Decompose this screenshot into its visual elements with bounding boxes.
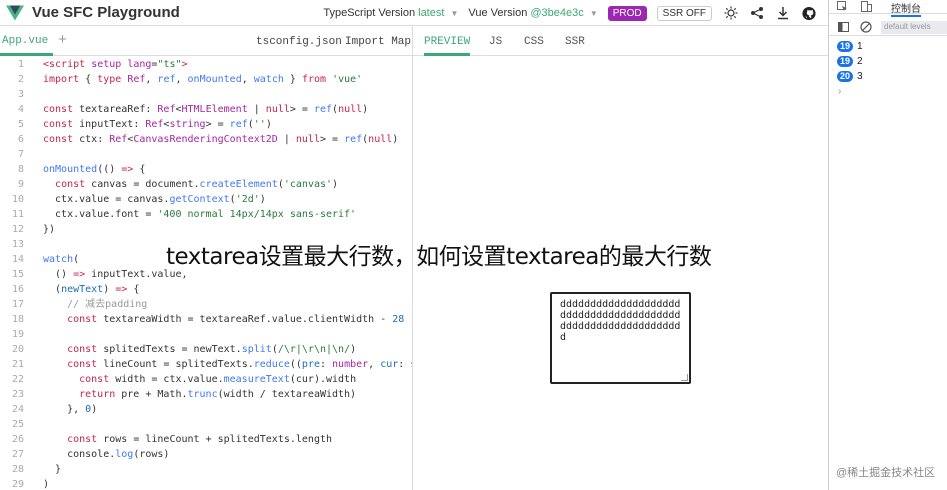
repeat-count-badge: 19 xyxy=(837,56,854,67)
preview-pane: dddddddddddddddddddd ddddddddddddddddddd… xyxy=(413,57,828,490)
console-toolbar: default levels xyxy=(829,18,947,36)
app-title: Vue SFC Playground xyxy=(32,4,180,21)
ts-version-label: TypeScript Version xyxy=(323,7,416,19)
prod-toggle-button[interactable]: PROD xyxy=(607,5,647,21)
log-value: 2 xyxy=(857,56,863,67)
console-log-row: 19 2 xyxy=(837,55,863,68)
devtools-console: 控制台 default levels 19 1 19 2 20 3 › xyxy=(828,0,947,490)
sidebar-toggle-icon[interactable] xyxy=(838,22,849,32)
share-icon[interactable] xyxy=(750,6,764,20)
ssr-toggle-button[interactable]: SSR OFF xyxy=(656,5,712,21)
preview-tabbar: PREVIEW JS CSS SSR xyxy=(412,26,828,56)
chevron-down-icon: ▼ xyxy=(450,9,459,18)
textarea-resize-handle[interactable] xyxy=(681,374,688,381)
tab-app-vue[interactable]: App.vue xyxy=(0,26,54,56)
github-icon[interactable] xyxy=(802,6,816,20)
devtools-tabs: 控制台 xyxy=(829,0,947,17)
watermark-credit: @稀土掘金技术社区 xyxy=(836,467,936,479)
log-value: 3 xyxy=(857,71,863,82)
console-log-row: 20 3 xyxy=(837,70,863,83)
ts-version-value: latest xyxy=(418,7,445,19)
preview-textarea[interactable]: dddddddddddddddddddd ddddddddddddddddddd… xyxy=(550,292,691,384)
tab-css[interactable]: CSS xyxy=(524,36,544,48)
overlay-title: textarea设置最大行数，如何设置textarea的最大行数 xyxy=(166,244,712,270)
vue-logo-icon xyxy=(6,5,24,20)
log-value: 1 xyxy=(857,41,863,52)
tab-import-map[interactable]: Import Map xyxy=(345,36,411,48)
console-filter-input[interactable]: default levels xyxy=(881,21,947,34)
console-prompt[interactable]: › xyxy=(838,86,841,97)
add-file-button[interactable]: + xyxy=(58,32,67,49)
ts-version-select[interactable]: TypeScript Version latest ▼ xyxy=(323,7,458,19)
inspect-icon[interactable] xyxy=(837,1,848,12)
sun-icon[interactable] xyxy=(724,6,738,20)
tab-tsconfig[interactable]: tsconfig.json xyxy=(256,36,342,48)
clear-console-icon[interactable] xyxy=(860,21,872,33)
vue-version-label: Vue Version xyxy=(468,7,528,19)
tab-preview[interactable]: PREVIEW xyxy=(424,26,471,56)
download-icon[interactable] xyxy=(776,6,790,20)
vue-version-value: @3be4e3c xyxy=(530,7,584,19)
tab-ssr[interactable]: SSR xyxy=(565,36,585,48)
editor-tabbar: App.vue + tsconfig.json Import Map xyxy=(0,26,412,56)
tab-js[interactable]: JS xyxy=(489,36,502,48)
app-header: Vue SFC Playground TypeScript Version la… xyxy=(0,0,828,26)
tab-console[interactable]: 控制台 xyxy=(891,0,921,17)
console-log-row: 19 1 xyxy=(837,40,863,53)
repeat-count-badge: 19 xyxy=(837,41,854,52)
chevron-down-icon: ▼ xyxy=(589,9,598,18)
code-editor[interactable]: 1 <script setup lang="ts"> 2 import { type… xyxy=(0,56,412,490)
device-toolbar-icon[interactable] xyxy=(861,1,872,12)
vue-version-select[interactable]: Vue Version @3be4e3c ▼ xyxy=(468,7,597,19)
repeat-count-badge: 20 xyxy=(837,71,854,82)
